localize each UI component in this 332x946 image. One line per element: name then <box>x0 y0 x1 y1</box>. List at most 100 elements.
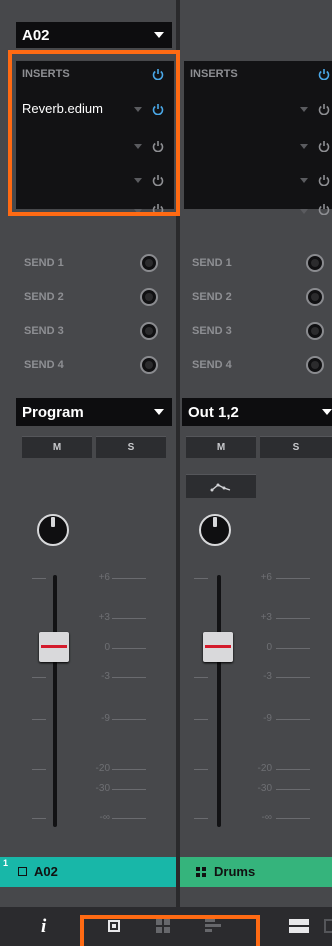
scale-tick <box>194 769 208 770</box>
insert-slot-2[interactable] <box>184 134 332 158</box>
scale-tick <box>194 578 208 579</box>
scale-tick <box>194 719 208 720</box>
power-icon[interactable] <box>318 68 330 80</box>
scale-label: -20 <box>257 763 272 774</box>
scale-tick <box>194 677 208 678</box>
strip-view-icon[interactable] <box>289 919 309 933</box>
volume-fader[interactable] <box>203 632 233 662</box>
send-level-knob[interactable] <box>306 356 324 374</box>
solo-button[interactable]: S <box>96 436 166 458</box>
scale-tick <box>32 578 46 579</box>
insert-slot-1[interactable] <box>184 97 332 121</box>
mute-button[interactable]: M <box>186 436 256 458</box>
fader-track <box>53 575 57 827</box>
inserts-header: INSERTS <box>190 68 238 80</box>
scale-tick <box>32 677 46 678</box>
scale-tick <box>276 618 310 619</box>
track-index: 1 <box>3 858 9 868</box>
send-row-1: SEND 1 <box>16 250 176 276</box>
track-name-dropdown[interactable]: A02 <box>16 22 172 48</box>
scale-tick <box>276 677 310 678</box>
fader-track <box>217 575 221 827</box>
scale-label: +3 <box>260 612 272 623</box>
scale-label: -3 <box>263 671 272 682</box>
power-icon[interactable] <box>318 174 330 186</box>
output-name: Out 1,2 <box>188 403 239 421</box>
output-dropdown[interactable]: Out 1,2 <box>182 398 332 426</box>
inserts-highlight-frame <box>8 50 180 216</box>
scale-tick <box>112 648 146 649</box>
send-level-knob[interactable] <box>306 254 324 272</box>
track-footer-drums[interactable]: Drums <box>180 857 332 887</box>
send-label: SEND 2 <box>192 291 232 303</box>
scale-tick <box>32 769 46 770</box>
chevron-down-icon <box>322 409 332 415</box>
send-row-3: SEND 3 <box>184 318 332 344</box>
scale-tick <box>276 578 310 579</box>
power-icon[interactable] <box>318 203 330 215</box>
scale-tick <box>276 769 310 770</box>
send-label: SEND 2 <box>24 291 64 303</box>
scale-tick <box>112 789 146 790</box>
track-name: A02 <box>22 26 50 44</box>
send-row-3: SEND 3 <box>16 318 176 344</box>
send-label: SEND 3 <box>192 325 232 337</box>
send-row-2: SEND 2 <box>184 284 332 310</box>
track-footer-label: A02 <box>34 864 58 879</box>
send-row-2: SEND 2 <box>16 284 176 310</box>
solo-button[interactable]: S <box>260 436 332 458</box>
track-footer-a02[interactable]: 1 A02 <box>0 857 176 887</box>
chevron-down-icon[interactable] <box>300 107 308 112</box>
scale-tick <box>32 818 46 819</box>
inserts-panel: INSERTS <box>184 61 332 215</box>
power-icon[interactable] <box>318 103 330 115</box>
send-level-knob[interactable] <box>140 254 158 272</box>
scale-label: +6 <box>98 572 110 583</box>
scale-tick <box>276 818 310 819</box>
chevron-down-icon <box>154 32 164 38</box>
power-icon[interactable] <box>318 140 330 152</box>
send-level-knob[interactable] <box>306 322 324 340</box>
scale-label: +3 <box>98 612 110 623</box>
output-dropdown[interactable]: Program <box>16 398 172 426</box>
chevron-down-icon <box>154 409 164 415</box>
scale-label: 0 <box>266 642 272 653</box>
drum-grid-icon <box>196 867 206 877</box>
send-level-knob[interactable] <box>140 288 158 306</box>
scale-tick <box>112 677 146 678</box>
info-icon[interactable]: i <box>41 916 46 938</box>
chevron-down-icon[interactable] <box>300 144 308 149</box>
pan-knob[interactable] <box>37 514 69 546</box>
mute-button[interactable]: M <box>22 436 92 458</box>
scale-label: -∞ <box>261 812 272 823</box>
scale-label: 0 <box>104 642 110 653</box>
partial-view-icon[interactable] <box>324 919 332 933</box>
insert-slot-3[interactable] <box>184 168 332 192</box>
send-label: SEND 4 <box>192 359 232 371</box>
chevron-down-icon[interactable] <box>300 178 308 183</box>
send-level-knob[interactable] <box>306 288 324 306</box>
scale-label: -3 <box>101 671 110 682</box>
scale-label: -30 <box>95 783 110 794</box>
track-footer-label: Drums <box>214 864 256 879</box>
send-label: SEND 1 <box>24 257 64 269</box>
send-row-4: SEND 4 <box>16 352 176 378</box>
send-level-knob[interactable] <box>140 356 158 374</box>
pan-knob[interactable] <box>199 514 231 546</box>
volume-fader[interactable] <box>39 632 69 662</box>
send-level-knob[interactable] <box>140 322 158 340</box>
automation-button[interactable] <box>186 474 256 498</box>
scale-tick <box>276 719 310 720</box>
scale-tick <box>112 578 146 579</box>
send-label: SEND 3 <box>24 325 64 337</box>
scale-tick <box>32 719 46 720</box>
scale-label: -30 <box>257 783 272 794</box>
scale-tick <box>276 789 310 790</box>
chevron-down-icon[interactable] <box>300 209 308 214</box>
insert-slot-4[interactable] <box>184 201 332 225</box>
toolbar-highlight-frame <box>80 915 260 946</box>
scale-label: -20 <box>95 763 110 774</box>
pad-icon <box>18 867 27 876</box>
send-label: SEND 4 <box>24 359 64 371</box>
output-name: Program <box>22 403 84 421</box>
